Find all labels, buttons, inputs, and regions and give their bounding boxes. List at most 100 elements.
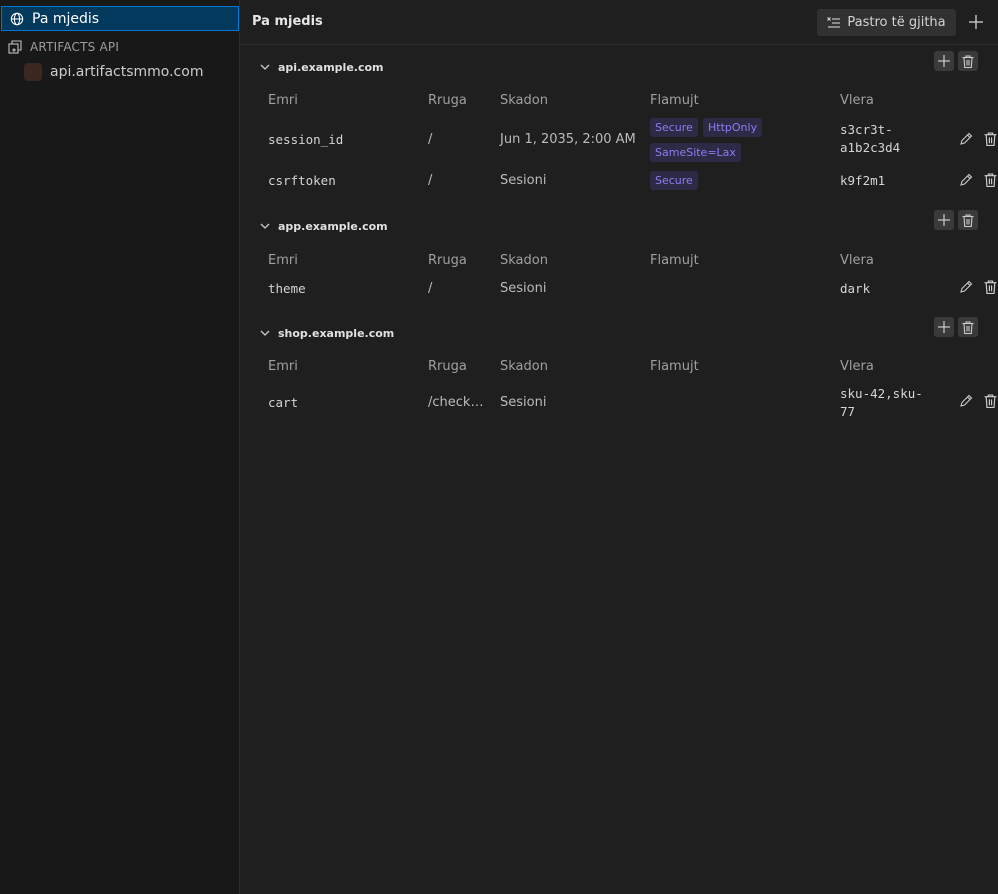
column-header-path: Rruga <box>428 359 467 374</box>
cookie-expires: Sesioni <box>500 173 547 188</box>
column-header-name: Emri <box>268 93 298 108</box>
delete-cookie-button[interactable] <box>982 393 998 409</box>
cookie-path: / <box>428 173 433 188</box>
column-header-path: Rruga <box>428 93 467 108</box>
cookie-path: / <box>428 281 433 296</box>
domain-header[interactable]: shop.example.com <box>260 325 394 341</box>
top-bar: Pa mjedis Pastro të gjitha <box>240 0 998 45</box>
column-header-expires: Skadon <box>500 253 548 268</box>
cookie-value-line: s3cr3t- <box>840 122 893 137</box>
cookie-expires: Jun 1, 2035, 2:00 AM <box>500 132 636 147</box>
cookie-value: k9f2m1 <box>840 173 886 188</box>
flag-badge: Secure <box>650 171 698 190</box>
trash-icon <box>984 132 996 146</box>
domain-header[interactable]: api.example.com <box>260 59 384 75</box>
delete-cookie-button[interactable] <box>982 131 998 147</box>
flag-badge: Secure <box>650 118 698 137</box>
cookie-name: csrftoken <box>268 173 336 188</box>
collection-group-header[interactable]: ARTIFACTS API <box>0 37 239 57</box>
cookie-path: / <box>428 132 433 147</box>
api-favicon-icon <box>24 63 42 81</box>
domain-name: shop.example.com <box>278 326 395 340</box>
row-actions <box>958 393 998 409</box>
plus-icon <box>938 55 950 67</box>
api-item-label: api.artifactsmmo.com <box>50 64 204 80</box>
edit-cookie-button[interactable] <box>958 393 974 409</box>
column-header-flags: Flamujt <box>650 93 699 108</box>
row-actions <box>958 172 998 188</box>
domain-actions <box>934 210 978 230</box>
clear-all-button[interactable]: Pastro të gjitha <box>817 9 956 36</box>
delete-cookie-button[interactable] <box>982 172 998 188</box>
row-actions <box>958 279 998 295</box>
column-header-expires: Skadon <box>500 359 548 374</box>
column-header-expires: Skadon <box>500 93 548 108</box>
sidebar: Pa mjedis ARTIFACTS API api.artifactsmmo… <box>0 0 240 894</box>
plus-icon <box>969 15 983 29</box>
pencil-icon <box>960 394 973 407</box>
trash-icon <box>984 280 996 294</box>
cookie-value-line: 77 <box>840 404 856 419</box>
delete-domain-button[interactable] <box>958 210 978 230</box>
row-actions <box>958 131 998 147</box>
main-panel: Pa mjedis Pastro të gjitha api.example.c… <box>240 0 998 894</box>
cookie-name: session_id <box>268 132 344 147</box>
column-header-value: Vlera <box>840 253 874 268</box>
add-cookie-button[interactable] <box>966 12 986 32</box>
chevron-down-icon <box>260 223 270 229</box>
column-header-name: Emri <box>268 359 298 374</box>
cookie-expires: Sesioni <box>500 281 547 296</box>
domain-name: api.example.com <box>278 60 384 74</box>
flag-badge: HttpOnly <box>703 118 763 137</box>
sidebar-item-api[interactable]: api.artifactsmmo.com <box>0 61 239 83</box>
chevron-down-icon <box>260 64 270 70</box>
clear-all-label: Pastro të gjitha <box>847 15 946 30</box>
trash-icon <box>984 173 996 187</box>
trash-icon <box>962 320 974 334</box>
delete-domain-button[interactable] <box>958 317 978 337</box>
clear-list-icon <box>827 16 841 28</box>
pencil-icon <box>960 280 973 293</box>
environment-label: Pa mjedis <box>32 10 100 27</box>
column-header-flags: Flamujt <box>650 253 699 268</box>
trash-icon <box>984 394 996 408</box>
flag-badge: SameSite=Lax <box>650 143 741 162</box>
cookie-value: dark <box>840 281 871 296</box>
page-title: Pa mjedis <box>252 14 323 29</box>
delete-domain-button[interactable] <box>958 51 978 71</box>
cookie-name: cart <box>268 395 299 410</box>
domain-header[interactable]: app.example.com <box>260 218 388 234</box>
collection-label: ARTIFACTS API <box>30 40 120 54</box>
domain-actions <box>934 317 978 337</box>
plus-icon <box>938 214 950 226</box>
cookie-value: s3cr3t- a1b2c3d4 <box>840 121 900 157</box>
pencil-icon <box>960 132 973 145</box>
plus-icon <box>938 321 950 333</box>
trash-icon <box>962 54 974 68</box>
add-cookie-to-domain-button[interactable] <box>934 210 954 230</box>
globe-icon <box>10 12 24 25</box>
domain-name: app.example.com <box>278 219 388 233</box>
edit-cookie-button[interactable] <box>958 131 974 147</box>
delete-cookie-button[interactable] <box>982 279 998 295</box>
add-cookie-to-domain-button[interactable] <box>934 51 954 71</box>
collection-icon <box>8 40 22 54</box>
chevron-down-icon <box>260 330 270 336</box>
trash-icon <box>962 213 974 227</box>
cookie-expires: Sesioni <box>500 395 547 410</box>
column-header-value: Vlera <box>840 93 874 108</box>
cookie-value-line: sku-42,sku- <box>840 386 923 401</box>
edit-cookie-button[interactable] <box>958 172 974 188</box>
cookie-value: sku-42,sku- 77 <box>840 385 923 421</box>
column-header-value: Vlera <box>840 359 874 374</box>
add-cookie-to-domain-button[interactable] <box>934 317 954 337</box>
environment-item[interactable]: Pa mjedis <box>1 6 239 31</box>
cookie-path: /check… <box>428 395 484 410</box>
domain-actions <box>934 51 978 71</box>
pencil-icon <box>960 173 973 186</box>
edit-cookie-button[interactable] <box>958 279 974 295</box>
column-header-name: Emri <box>268 253 298 268</box>
cookie-value-line: a1b2c3d4 <box>840 140 901 155</box>
cookie-name: theme <box>268 281 306 296</box>
column-header-flags: Flamujt <box>650 359 699 374</box>
